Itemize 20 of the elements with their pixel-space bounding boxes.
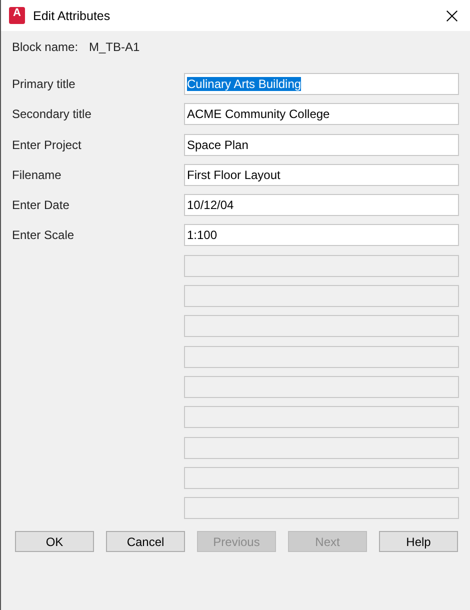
field-label: Enter Date bbox=[12, 198, 70, 212]
field-label: Enter Scale bbox=[12, 228, 76, 242]
input-field[interactable]: First Floor Layout bbox=[184, 164, 459, 186]
field-label: Secondary title bbox=[12, 107, 92, 122]
block-name-label: Block name: bbox=[12, 40, 80, 54]
input-field[interactable]: 10/12/04 bbox=[184, 194, 459, 216]
input-field[interactable]: Space Plan bbox=[184, 134, 459, 156]
dialog-button[interactable]: Help bbox=[379, 531, 458, 552]
field-label: Primary title bbox=[12, 77, 76, 91]
dialog-button[interactable]: OK bbox=[15, 531, 94, 552]
field-label: Enter Project bbox=[12, 138, 82, 152]
close-icon[interactable] bbox=[446, 10, 458, 22]
field-label: Filename bbox=[12, 168, 62, 182]
app-icon: A bbox=[9, 7, 25, 24]
input-field[interactable]: 1:100 bbox=[184, 224, 459, 246]
input-field[interactable]: Culinary Arts Building bbox=[184, 73, 459, 95]
dialog-button[interactable]: Cancel bbox=[106, 531, 185, 552]
window-title: Edit Attributes bbox=[33, 8, 112, 22]
input-field[interactable]: ACME Community College bbox=[184, 103, 459, 126]
block-name-value: M_TB-A1 bbox=[89, 40, 140, 54]
